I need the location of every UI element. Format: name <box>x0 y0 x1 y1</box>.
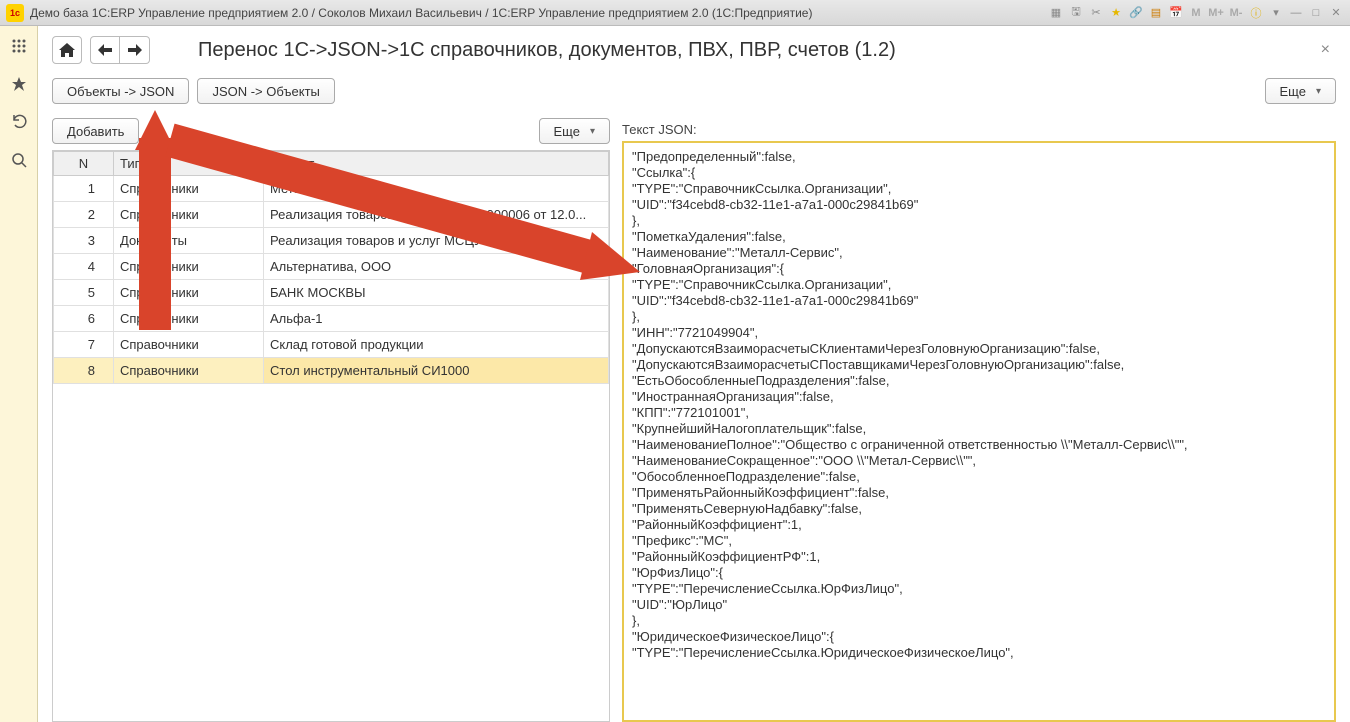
titlebar: 1c Демо база 1С:ERP Управление предприят… <box>0 0 1350 26</box>
sidebar <box>0 26 38 722</box>
json-to-objects-button[interactable]: JSON -> Объекты <box>197 78 334 104</box>
add-button[interactable]: Добавить <box>52 118 139 144</box>
home-button[interactable] <box>52 36 82 64</box>
table-row[interactable]: 7СправочникиСклад готовой продукции <box>54 332 609 358</box>
search-icon[interactable] <box>9 150 29 170</box>
dropdown-icon[interactable]: ▾ <box>1268 5 1284 21</box>
objects-table[interactable]: N Тип Объект 1СправочникиМеталл-Сервис2С… <box>52 150 610 722</box>
json-textarea[interactable]: "Предопределенный":false, "Ссылка":{ "TY… <box>622 141 1336 722</box>
link-icon[interactable]: 🔗 <box>1128 5 1144 21</box>
app-logo-icon: 1c <box>6 4 24 22</box>
page-title: Перенос 1С->JSON->1С справочников, докум… <box>198 39 1307 62</box>
table-row[interactable]: 3ДокументыРеализация товаров и услуг МСЦ… <box>54 228 609 254</box>
star-icon[interactable] <box>9 74 29 94</box>
history-icon[interactable] <box>9 112 29 132</box>
more-button[interactable]: Еще <box>1265 78 1336 104</box>
toolbar-icon[interactable]: ✂ <box>1088 5 1104 21</box>
left-more-button[interactable]: Еще <box>539 118 610 144</box>
window-title: Демо база 1С:ERP Управление предприятием… <box>30 6 1048 20</box>
memory-m-button[interactable]: M <box>1188 5 1204 21</box>
table-row[interactable]: 2СправочникиРеализация товаров и услуг М… <box>54 202 609 228</box>
maximize-button[interactable]: □ <box>1308 5 1324 21</box>
json-label: Текст JSON: <box>622 118 1336 137</box>
objects-to-json-button[interactable]: Объекты -> JSON <box>52 78 189 104</box>
table-row[interactable]: 4СправочникиАльтернатива, ООО <box>54 254 609 280</box>
table-row[interactable]: 8СправочникиСтол инструментальный СИ1000 <box>54 358 609 384</box>
apps-grid-icon[interactable] <box>9 36 29 56</box>
minimize-button[interactable]: — <box>1288 5 1304 21</box>
memory-mminus-button[interactable]: M- <box>1228 5 1244 21</box>
info-icon[interactable]: ⓘ <box>1248 5 1264 21</box>
col-object[interactable]: Объект <box>264 152 609 176</box>
col-type[interactable]: Тип <box>114 152 264 176</box>
close-page-button[interactable]: × <box>1315 41 1336 59</box>
forward-button[interactable] <box>120 36 150 64</box>
calculator-icon[interactable]: ▤ <box>1148 5 1164 21</box>
toolbar-icon[interactable]: ▦ <box>1048 5 1064 21</box>
col-n[interactable]: N <box>54 152 114 176</box>
table-row[interactable]: 6СправочникиАльфа-1 <box>54 306 609 332</box>
favorite-icon[interactable]: ★ <box>1108 5 1124 21</box>
memory-mplus-button[interactable]: M+ <box>1208 5 1224 21</box>
table-row[interactable]: 5СправочникиБАНК МОСКВЫ <box>54 280 609 306</box>
calendar-icon[interactable]: 📅 <box>1168 5 1184 21</box>
close-button[interactable]: ✕ <box>1328 5 1344 21</box>
back-button[interactable] <box>90 36 120 64</box>
toolbar-icon[interactable]: 🖫 <box>1068 5 1084 21</box>
table-row[interactable]: 1СправочникиМеталл-Сервис <box>54 176 609 202</box>
